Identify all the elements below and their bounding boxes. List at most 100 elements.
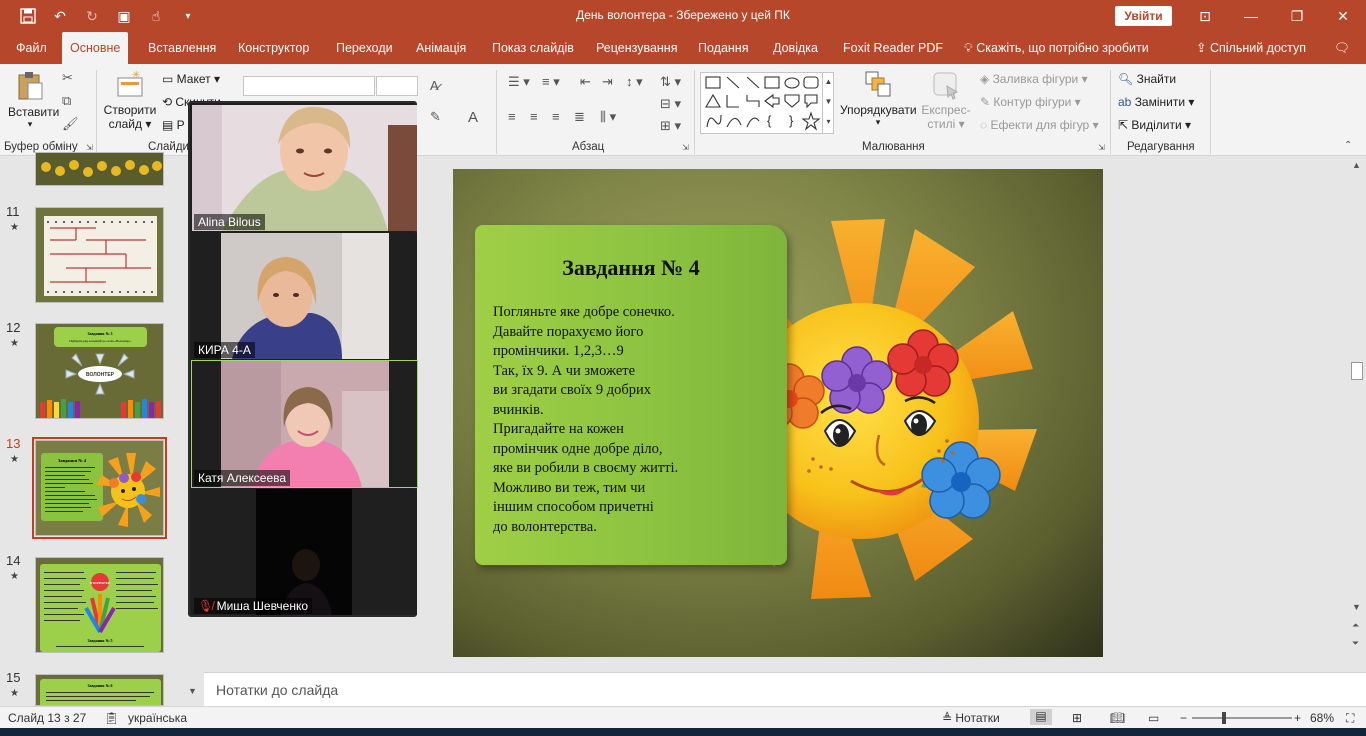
select-button[interactable]: ⇱ Виділити ▾ [1118,118,1191,132]
drawing-launcher-icon[interactable]: ⇲ [1098,143,1105,152]
thumbnail-slide-12[interactable]: Завдання № 3 Підберіть ряд асоціацій до … [35,323,164,419]
tab-file[interactable]: Файл [8,32,55,64]
font-size-input[interactable] [376,76,418,96]
participant-video[interactable]: КИРА 4-А [192,233,417,359]
paste-dropdown-icon: ▾ [27,119,33,129]
scroll-down-icon[interactable]: ▼ [1352,602,1361,612]
tab-animations[interactable]: Анімація [408,32,474,64]
smartart-icon[interactable]: ⊞ ▾ [660,118,681,134]
shapes-gallery[interactable]: {} [700,72,834,134]
scroll-down-icon[interactable]: ▼ [188,686,197,696]
zoom-slider[interactable] [1192,712,1292,724]
align-center-icon[interactable]: ≡ [530,109,538,124]
thumbnail-slide-15[interactable]: Завдання № 6 [35,674,164,706]
format-painter-icon[interactable]: 🖌︎ [62,116,79,132]
tab-slideshow[interactable]: Показ слайдів [484,32,582,64]
tab-insert[interactable]: Вставлення [140,32,224,64]
zoom-slider-thumb[interactable] [1222,712,1227,724]
lightbulb-icon: 💡︎ [964,41,973,55]
fit-slide-icon[interactable]: ⛶ [1346,711,1354,726]
slide-sorter-icon[interactable]: ⊞ [1072,711,1082,725]
sign-in-button[interactable]: Увійти [1115,6,1172,26]
slide-scrollbar[interactable]: ▲ ▼ ⏶ ⏷ [1348,156,1366,670]
body-line: до волонтерства. [493,518,597,535]
current-slide[interactable]: Завдання № 4 Погляньте яке добре сонечко… [453,169,1103,657]
shape-outline-button[interactable]: ✎ Контур фігури ▾ [980,95,1081,109]
reading-view-icon[interactable]: 📖︎ [1110,711,1125,725]
zoom-in-icon[interactable]: + [1294,711,1301,725]
text-direction-icon[interactable]: ⇅ ▾ [660,74,681,90]
clear-formatting-icon[interactable]: A̷ [430,78,439,93]
clipboard-launcher-icon[interactable]: ⇲ [86,143,93,152]
comments-icon[interactable]: 🗨︎ [1334,32,1350,64]
replace-icon: ab [1118,95,1135,109]
copy-icon[interactable]: ⧉ [62,93,71,109]
scroll-thumb[interactable] [1351,362,1363,380]
font-name-input[interactable] [243,76,375,96]
decrease-indent-icon[interactable]: ⇤ [580,74,591,90]
numbering-icon[interactable]: ≡ ▾ [542,74,560,90]
align-right-icon[interactable]: ≡ [552,109,560,124]
shape-effects-label: Ефекти для фігур [990,118,1090,132]
find-button[interactable]: 🔍︎ Знайти [1118,72,1176,86]
tab-home[interactable]: Основне [62,32,129,64]
paste-button[interactable]: Вставити ▾ [8,70,59,130]
thumbnail-slide-10[interactable] [35,152,164,186]
increase-indent-icon[interactable]: ⇥ [602,74,613,90]
normal-view-icon[interactable]: ▤ [1030,709,1052,725]
shape-fill-button[interactable]: ◈ Заливка фігури ▾ [980,72,1088,86]
replace-button[interactable]: ab Замінити ▾ [1118,95,1194,109]
share-button[interactable]: ⇪ Спільний доступ [1196,32,1306,64]
paragraph-launcher-icon[interactable]: ⇲ [682,143,689,152]
separator [1110,70,1111,154]
font-size-decrease-icon[interactable]: A [468,109,478,126]
restore-icon[interactable]: ❐ [1274,0,1320,32]
participant-video-active[interactable]: Катя Алексеева [191,360,418,488]
collapse-ribbon-icon[interactable]: ⌃ [1344,140,1352,151]
previous-slide-icon[interactable]: ⏶ [1352,620,1359,631]
layout-button[interactable]: ▭ Макет ▾ [162,72,220,86]
quick-styles-button[interactable]: Експрес- стилі ▾ [920,70,972,131]
tab-help[interactable]: Довідка [765,32,826,64]
arrange-button[interactable]: Упорядкувати ▾ [840,70,917,128]
ribbon-display-icon[interactable]: ⊡ [1182,0,1228,32]
next-slide-icon[interactable]: ⏷ [1352,638,1359,649]
slideshow-view-icon[interactable]: ▭ [1148,711,1159,725]
participant-video[interactable]: 🎙︎̸ Миша Шевченко [192,489,417,615]
quick-styles-label-1: Експрес- [921,103,971,117]
columns-icon[interactable]: ⫼ ▾ [600,109,616,125]
close-icon[interactable]: ✕ [1320,0,1366,32]
align-left-icon[interactable]: ≡ [508,109,516,124]
paragraph-group-label: Абзац [572,141,605,153]
zoom-out-icon[interactable]: − [1180,711,1187,725]
tab-transitions[interactable]: Переходи [328,32,401,64]
line-spacing-icon[interactable]: ↕ ▾ [626,74,643,90]
thumb-12-caption: Підберіть ряд асоціацій до слова «Волонт… [69,339,131,343]
thumbnail-slide-11[interactable] [35,207,164,303]
shape-effects-button[interactable]: ◌ Ефекти для фігур ▾ [980,118,1099,132]
tab-foxit[interactable]: Foxit Reader PDF [835,32,951,64]
tell-me-search[interactable]: 💡︎ Скажіть, що потрібно зробити [956,32,1157,64]
notes-pane[interactable]: Нотатки до слайда [204,672,1366,706]
align-text-icon[interactable]: ⊟ ▾ [660,96,681,112]
thumbnail-slide-14[interactable]: Я ВОЛОНТЕР Завдання № 5 [35,557,164,653]
text-highlight-icon[interactable]: ✎ [430,109,441,125]
bullets-icon[interactable]: ☰ ▾ [508,74,530,90]
tab-view[interactable]: Подання [690,32,756,64]
participant-video[interactable]: Alina Bilous [192,105,417,231]
notes-toggle-button[interactable]: ≜ Нотатки [942,711,1000,725]
tab-design[interactable]: Конструктор [230,32,317,64]
zoom-level[interactable]: 68% [1310,711,1334,725]
justify-icon[interactable]: ≣ [574,109,585,125]
new-slide-button[interactable]: ✳ Створити слайд ▾ [102,70,158,131]
tab-review[interactable]: Рецензування [588,32,685,64]
new-slide-label-2: слайд ▾ [108,117,152,131]
language-indicator[interactable]: українська [128,711,187,725]
thumbnail-slide-13[interactable]: Завдання № 4 [32,437,167,539]
cut-icon[interactable]: ✂ [62,70,73,86]
spelling-icon[interactable]: 📋︎ [104,711,119,725]
shapes-scroll[interactable]: ▲ ▼ ▾ [822,72,834,134]
minimize-icon[interactable]: — [1228,0,1274,32]
section-button[interactable]: ▤ Р [162,118,185,132]
scroll-up-icon[interactable]: ▲ [1352,160,1361,170]
